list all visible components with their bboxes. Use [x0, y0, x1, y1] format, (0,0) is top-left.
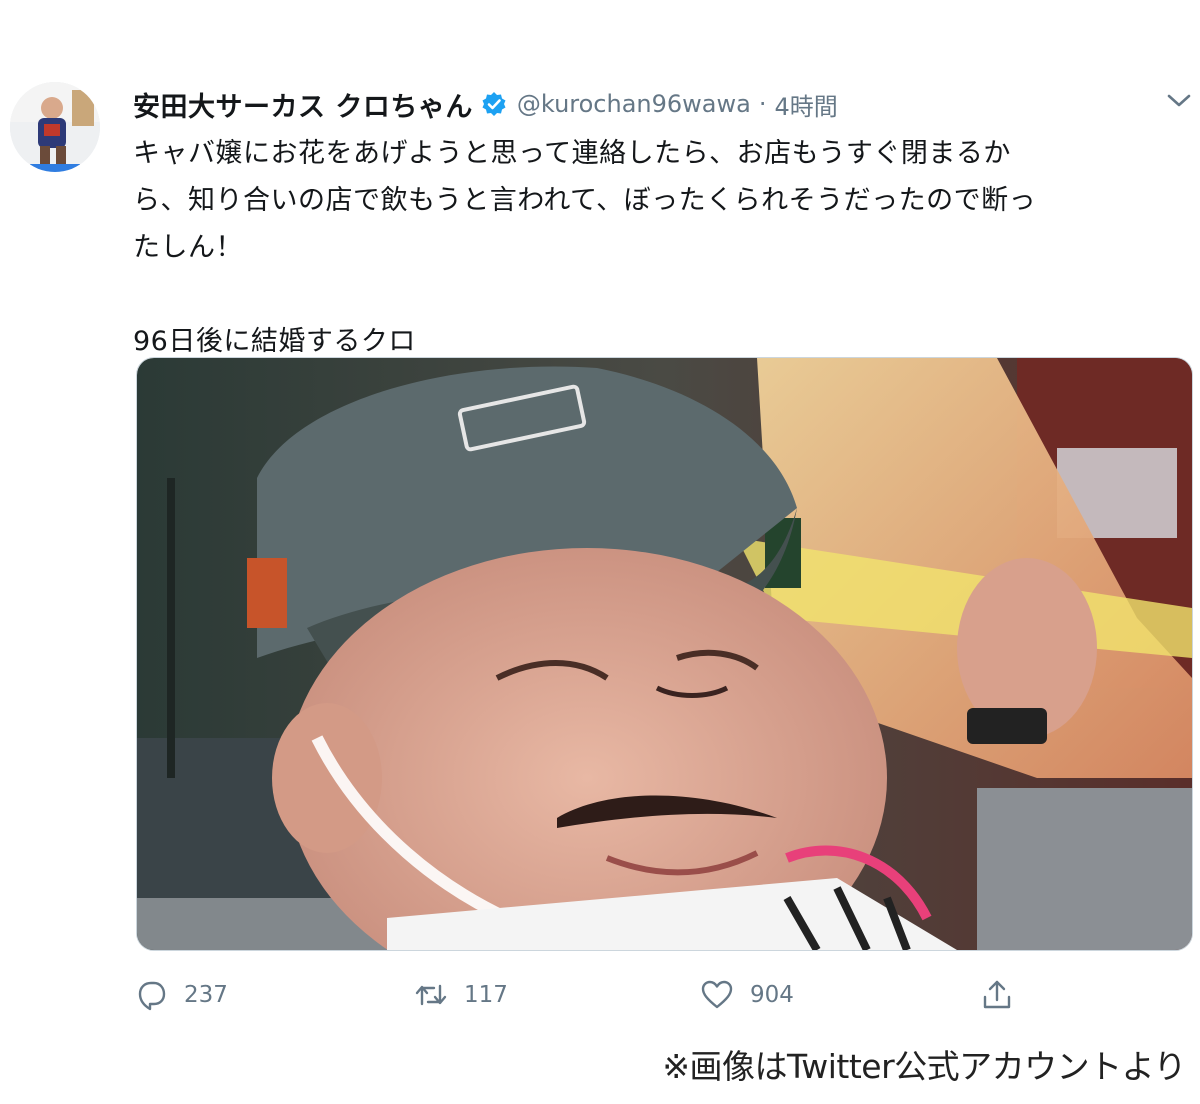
share-icon [983, 980, 1011, 1009]
like-button[interactable]: 904 [700, 975, 794, 1015]
verified-badge-icon [481, 91, 507, 117]
retweet-button[interactable]: 117 [414, 975, 508, 1015]
retweet-icon [415, 984, 447, 1006]
tweet-header: 安田大サーカス クロちゃん @kurochan96wawa · 4時間 [133, 84, 838, 124]
retweet-count: 117 [464, 982, 508, 1008]
timestamp[interactable]: 4時間 [774, 87, 837, 122]
user-handle[interactable]: @kurochan96wawa [517, 90, 751, 118]
tweet-text-line: たしん！ [133, 232, 243, 263]
tweet-text-line: ら、知り合いの店で飲もうと言われて、ぼったくられそうだったので断っ [133, 185, 1037, 216]
reply-icon [138, 981, 166, 1011]
avatar[interactable] [10, 82, 100, 172]
like-count: 904 [750, 982, 794, 1008]
tweet-text: キャバ嬢にお花をあげようと思って連絡したら、お店もうすぐ閉まるか ら、知り合いの… [133, 130, 1173, 365]
tweet-photo[interactable] [136, 357, 1193, 951]
image-credit: ※画像はTwitter公式アカウントより [662, 1047, 1186, 1086]
heart-icon [701, 980, 733, 1009]
tweet-text-line: キャバ嬢にお花をあげようと思って連絡したら、お店もうすぐ閉まるか [133, 138, 1011, 169]
tweet-actions: 237 117 904 [0, 975, 1200, 1015]
reply-button[interactable]: 237 [134, 975, 228, 1015]
tweet-card: 安田大サーカス クロちゃん @kurochan96wawa · 4時間 キャバ嬢… [0, 0, 1200, 1104]
chevron-down-icon[interactable] [1166, 92, 1192, 110]
display-name[interactable]: 安田大サーカス クロちゃん [133, 85, 473, 124]
share-button[interactable] [980, 975, 1014, 1015]
separator-dot: · [758, 90, 767, 118]
reply-count: 237 [184, 982, 228, 1008]
